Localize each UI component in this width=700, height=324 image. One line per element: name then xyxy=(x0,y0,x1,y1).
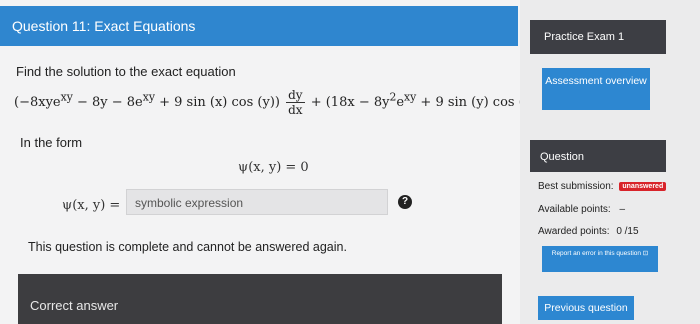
question-panel: Question 11: Exact Equations Find the so… xyxy=(0,0,569,324)
answer-label: ψ(x, y) = xyxy=(62,198,121,213)
status-badge: unanswered xyxy=(619,181,667,191)
assessment-overview-button[interactable]: Assessment overview xyxy=(542,68,650,110)
previous-question-button[interactable]: Previous question xyxy=(538,296,634,320)
available-points-row: Available points: – xyxy=(538,204,625,215)
derivative-fraction: dy dx xyxy=(286,88,305,117)
help-icon[interactable]: ? xyxy=(398,195,412,209)
correct-answer-label: Correct answer xyxy=(30,298,119,313)
form-label: In the form xyxy=(20,135,83,150)
question-info-heading: Question xyxy=(530,140,666,172)
question-heading: Question xyxy=(540,151,585,163)
sidebar: Practice Exam 1 Assessment overview Ques… xyxy=(520,0,700,324)
best-submission-row: Best submission: unanswered xyxy=(538,181,667,192)
awarded-points-row: Awarded points: 0 /15 xyxy=(538,226,639,237)
psi-equation: ψ(x, y) = 0 xyxy=(238,160,309,175)
answer-input[interactable]: symbolic expression xyxy=(126,189,388,215)
exam-title-box: Practice Exam 1 xyxy=(530,20,666,54)
question-prompt: Find the solution to the exact equation xyxy=(16,64,236,79)
question-title: Question 11: Exact Equations xyxy=(12,18,196,34)
completion-message: This question is complete and cannot be … xyxy=(28,240,347,254)
report-error-button[interactable]: Report an error in this question ⊡ xyxy=(542,246,658,272)
question-header: Question 11: Exact Equations xyxy=(0,6,518,46)
correct-answer-bar[interactable]: Correct answer xyxy=(18,274,502,324)
exam-title: Practice Exam 1 xyxy=(544,31,625,43)
exact-equation: (−8xyexy − 8y − 8exy + 9 sin (x) cos (y)… xyxy=(14,88,569,117)
